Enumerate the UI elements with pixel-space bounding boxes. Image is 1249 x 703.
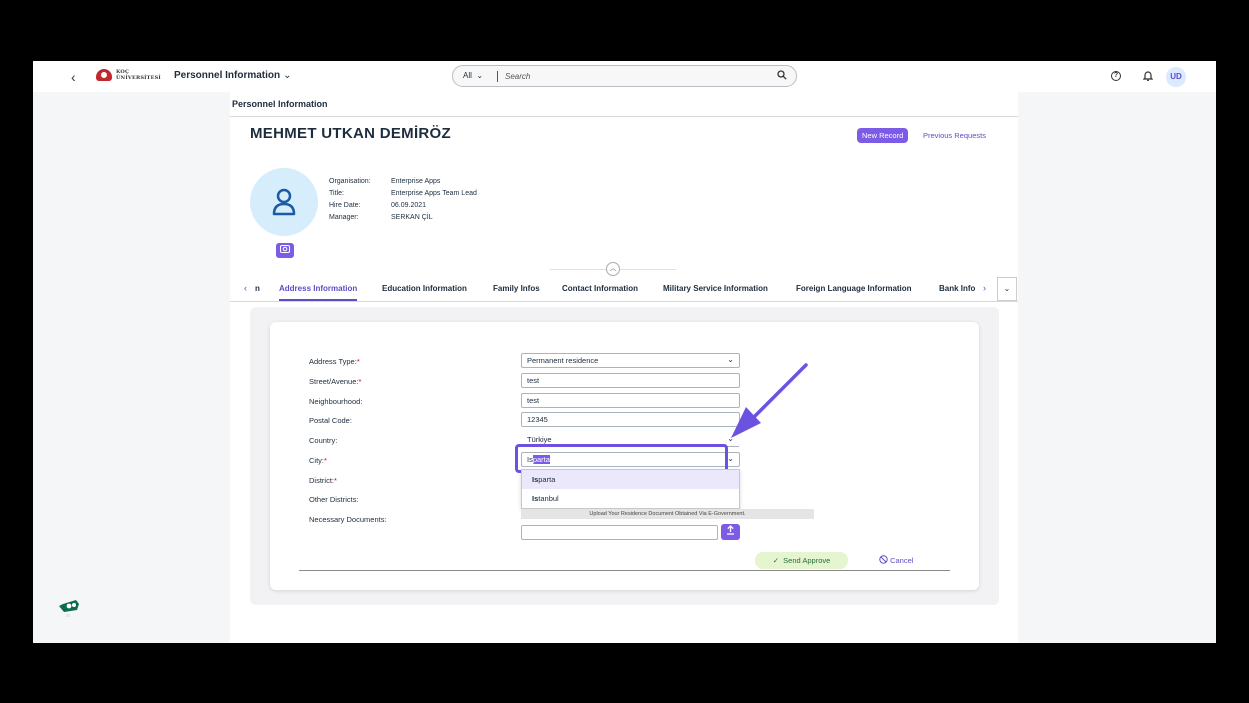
annotation-arrow bbox=[731, 363, 808, 438]
browser-screen: ‹ KOÇ ÜNİVERSİTESİ Personnel Information… bbox=[33, 61, 1216, 643]
assistant-bot-icon[interactable] bbox=[57, 598, 81, 623]
